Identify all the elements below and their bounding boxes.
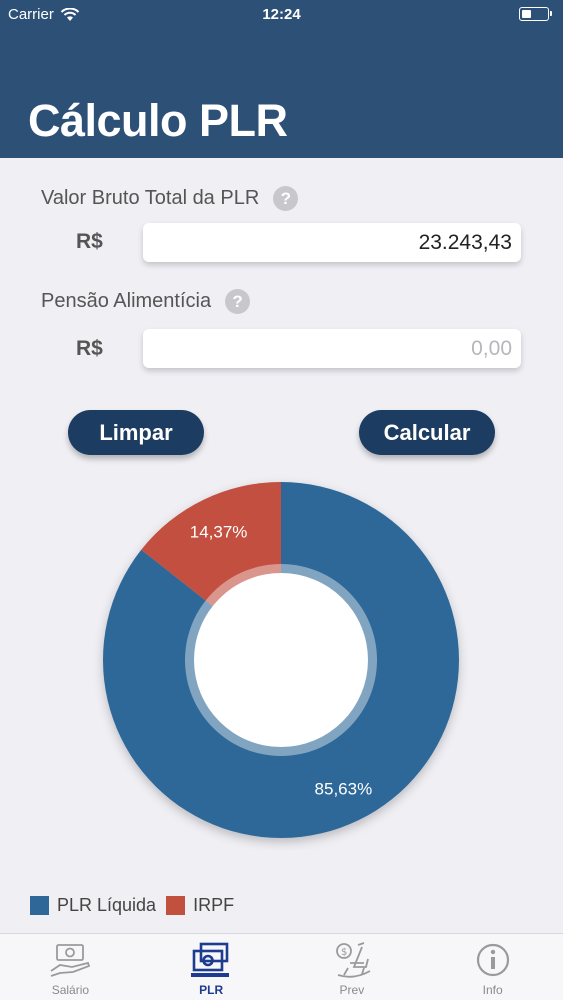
tab-prev[interactable]: $ Prev <box>282 934 423 1000</box>
money-icon <box>50 944 91 977</box>
clear-button[interactable]: Limpar <box>68 410 204 455</box>
tab-label: Prev <box>339 983 365 997</box>
header: Carrier 12:24 Cálculo PLR <box>0 0 563 158</box>
plr-money-icon <box>191 942 230 977</box>
legend-swatch <box>166 896 186 915</box>
help-icon[interactable]: ? <box>225 289 251 314</box>
tab-label: PLR <box>199 983 224 997</box>
alimony-currency-label: R$ <box>76 337 103 360</box>
page-title: Cálculo PLR <box>28 95 288 146</box>
status-bar: Carrier 12:24 <box>0 0 563 30</box>
clock: 12:24 <box>262 6 301 23</box>
alimony-label-text: Pensão Alimentícia <box>41 290 212 312</box>
chart-legend: PLR Líquida IRPF <box>30 895 244 916</box>
legend-item: IRPF <box>166 895 234 916</box>
legend-label: IRPF <box>193 895 235 915</box>
legend-swatch <box>30 896 49 915</box>
legend-label: PLR Líquida <box>57 895 157 915</box>
gross-currency-label: R$ <box>76 230 103 253</box>
battery-icon <box>519 7 552 21</box>
tab-plr[interactable]: PLR <box>141 934 282 1000</box>
donut-data-label: 85,63% <box>315 780 373 799</box>
tab-label: Info <box>482 983 503 997</box>
gross-value-label: Valor Bruto Total da PLR ? <box>41 186 299 211</box>
help-icon[interactable]: ? <box>273 186 299 211</box>
alimony-input[interactable]: 0,00 <box>143 329 521 368</box>
legend-item: PLR Líquida <box>30 895 156 916</box>
donut-hole <box>194 573 368 747</box>
donut-chart: 85,63% 14,37% <box>102 482 459 838</box>
tab-bar: Salário PLR $ Prev Info <box>0 933 563 1000</box>
tab-salario[interactable]: Salário <box>0 934 141 1000</box>
rocking-chair-icon: $ <box>335 942 371 978</box>
info-icon <box>476 943 509 977</box>
calculate-button[interactable]: Calcular <box>359 410 495 455</box>
gross-value-label-text: Valor Bruto Total da PLR <box>41 187 260 209</box>
tab-label: Salário <box>51 983 90 997</box>
alimony-label: Pensão Alimentícia ? <box>41 289 251 314</box>
gross-value-input[interactable]: 23.243,43 <box>143 223 521 262</box>
donut-data-label: 14,37% <box>190 522 248 541</box>
tab-info[interactable]: Info <box>422 934 563 1000</box>
svg-text:$: $ <box>341 947 347 958</box>
